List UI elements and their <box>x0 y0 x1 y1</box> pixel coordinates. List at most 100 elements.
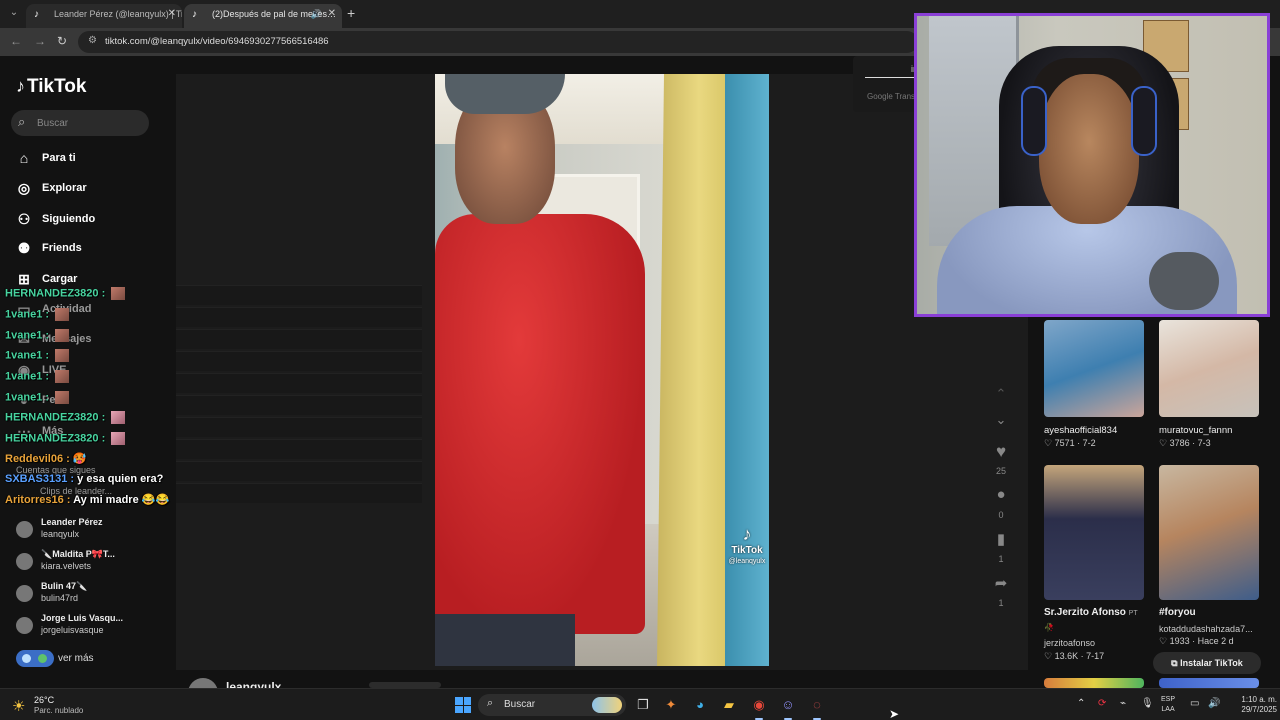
display-icon[interactable]: ▭ <box>1190 698 1199 709</box>
search-input[interactable] <box>37 115 142 131</box>
video-thumbnail[interactable] <box>1159 320 1259 417</box>
avatar <box>16 553 33 570</box>
feed-strip <box>176 395 422 415</box>
chat-emote-icon <box>55 308 70 321</box>
windows-start-icon[interactable] <box>455 697 471 713</box>
tiktok-logo[interactable]: ♪ TikTok <box>16 76 86 98</box>
task-view-icon[interactable]: ❐ <box>633 695 653 715</box>
next-video-icon[interactable]: ⌄ <box>990 412 1012 428</box>
recommended-title[interactable]: muratovuc_fannn <box>1159 425 1232 436</box>
browser-tab-title: Leander Pérez (@leanqyulx) | TikTok <box>54 9 182 19</box>
chrome-icon[interactable]: ◉ <box>749 695 769 720</box>
file-explorer-icon[interactable]: ▰ <box>719 695 739 715</box>
video-frame <box>435 214 645 634</box>
volume-icon[interactable]: 🔊 <box>1208 698 1220 709</box>
previous-video-icon[interactable]: ⌃ <box>990 386 1012 402</box>
video-thumbnail[interactable] <box>1159 678 1259 688</box>
microphone-icon[interactable]: 🎙 <box>1141 698 1154 709</box>
like-heart-icon[interactable]: ♥ <box>990 442 1012 462</box>
speaker-icon[interactable]: 🔊 <box>311 4 322 24</box>
translate-popup: ing Google Translate <box>853 56 928 112</box>
reload-icon[interactable]: ↻ <box>57 34 67 48</box>
back-arrow-icon[interactable]: ← <box>10 34 22 48</box>
chat-emote-icon <box>111 287 126 300</box>
feed-strip <box>176 373 422 393</box>
feed-strip <box>176 439 422 459</box>
comment-icon[interactable]: ● <box>990 486 1012 503</box>
discord-icon[interactable]: ☺ <box>778 695 798 720</box>
tiktok-note-icon: ♪ <box>742 524 752 544</box>
recommended-meta: ♡ 7571 · 7-2 <box>1044 438 1096 448</box>
like-count: 25 <box>995 466 1006 476</box>
avatar <box>16 617 33 634</box>
close-tab-icon[interactable]: ✕ <box>168 4 176 24</box>
sync-icon[interactable]: ⟳ <box>1098 698 1106 709</box>
recommended-title[interactable]: #foryou <box>1159 607 1196 618</box>
tiktok-page: ♪TikTok ⌕ ⌂ Para ti ◎ Explorar ⚇ Siguien… <box>0 13 1280 690</box>
chat-message: 1vane1 : <box>5 329 70 342</box>
following-icon: ⚇ <box>17 211 31 227</box>
tab-search-icon[interactable]: ⌄ <box>6 5 22 21</box>
taskbar-search[interactable]: ⌕ Buscar <box>478 694 626 716</box>
chat-emote-icon <box>55 349 70 362</box>
share-arrow-icon[interactable]: ➦ <box>990 574 1012 592</box>
upload-icon: ⊞ <box>18 271 30 287</box>
share-count: 1 <box>998 598 1004 608</box>
recommended-title[interactable]: ayeshaofficial834 <box>1044 425 1117 436</box>
video-thumbnail[interactable] <box>1044 320 1144 417</box>
recommended-title[interactable]: Sr.Jerzito Afonso PT <box>1044 607 1138 618</box>
system-clock[interactable]: 1:10 a. m. 29/7/2025 <box>1229 695 1277 715</box>
avatar <box>16 521 33 538</box>
address-bar[interactable]: ⚙ tiktok.com/@leanqyulx/video/6946930277… <box>78 31 918 53</box>
webcam-frame <box>1039 74 1139 224</box>
feed-strip <box>176 483 422 503</box>
tiktok-watermark: ♪ TikTok @leanqyulx <box>725 524 769 565</box>
edge-icon[interactable]: ◕ <box>690 695 710 715</box>
search-box[interactable]: ⌕ <box>11 110 149 136</box>
show-hidden-icons[interactable]: ⌃ <box>1077 698 1085 709</box>
video-thumbnail[interactable] <box>1159 465 1259 600</box>
chat-emote-icon <box>55 370 70 383</box>
chat-emote-icon <box>55 329 70 342</box>
feed-strip <box>176 307 422 327</box>
streamer-webcam <box>914 13 1270 317</box>
close-tab-icon[interactable]: ✕ <box>328 4 336 24</box>
install-tiktok-button[interactable]: ⧉ Instalar TikTok <box>1153 652 1261 674</box>
search-highlight-icon <box>592 697 622 713</box>
comment-count: 0 <box>998 510 1004 520</box>
copilot-icon[interactable]: ✦ <box>661 695 681 715</box>
recommended-meta: ♡ 1933 · Hace 2 d <box>1159 636 1234 646</box>
language-indicator[interactable]: ESP LAA <box>1161 695 1175 715</box>
chat-emote-icon <box>111 411 126 424</box>
recommended-handle: kotaddudashahzada7... <box>1159 624 1253 634</box>
browser-tab-profile[interactable]: ♪ Leander Pérez (@leanqyulx) | TikTok ✕ <box>26 4 182 28</box>
tiktok-favicon-icon: ♪ <box>34 9 39 20</box>
video-frame <box>725 74 769 666</box>
video-thumbnail[interactable] <box>1044 465 1144 600</box>
new-tab-button[interactable]: + <box>347 5 355 21</box>
network-icon[interactable]: ⌁ <box>1120 698 1126 709</box>
chat-message: 1vane1 : <box>5 391 70 404</box>
video-player[interactable]: ♪ TikTok @leanqyulx <box>435 74 769 666</box>
feed-strip <box>176 417 422 437</box>
video-frame <box>435 614 575 666</box>
chat-emote-icon <box>111 432 126 445</box>
obs-icon[interactable]: ◌ <box>807 695 827 720</box>
chat-message: Reddevil06 : 🥵 <box>5 453 87 465</box>
video-thumbnail[interactable] <box>1044 678 1144 688</box>
forward-arrow-icon[interactable]: → <box>34 34 46 48</box>
feed-strip <box>176 329 422 349</box>
partly-cloudy-icon: ☀ <box>12 698 26 715</box>
feed-strip <box>176 285 422 305</box>
headset-icon <box>1131 86 1157 156</box>
avatar <box>16 585 33 602</box>
browser-tab-video[interactable]: ♪ (2)Después de pal de meses… 🔊 ✕ <box>184 4 342 28</box>
chat-message: HERNANDEZ3820 : <box>5 411 126 424</box>
site-info-icon[interactable]: ⚙ <box>88 35 97 46</box>
bookmark-icon[interactable]: ▮ <box>990 530 1012 548</box>
recommended-handle: jerzitoafonso <box>1044 638 1096 648</box>
search-icon: ⌕ <box>18 114 26 129</box>
tiktok-note-icon: ♪ <box>16 76 25 96</box>
see-more-link[interactable]: ver más <box>16 650 94 668</box>
heart-outline-icon: ♡ <box>1159 636 1168 646</box>
